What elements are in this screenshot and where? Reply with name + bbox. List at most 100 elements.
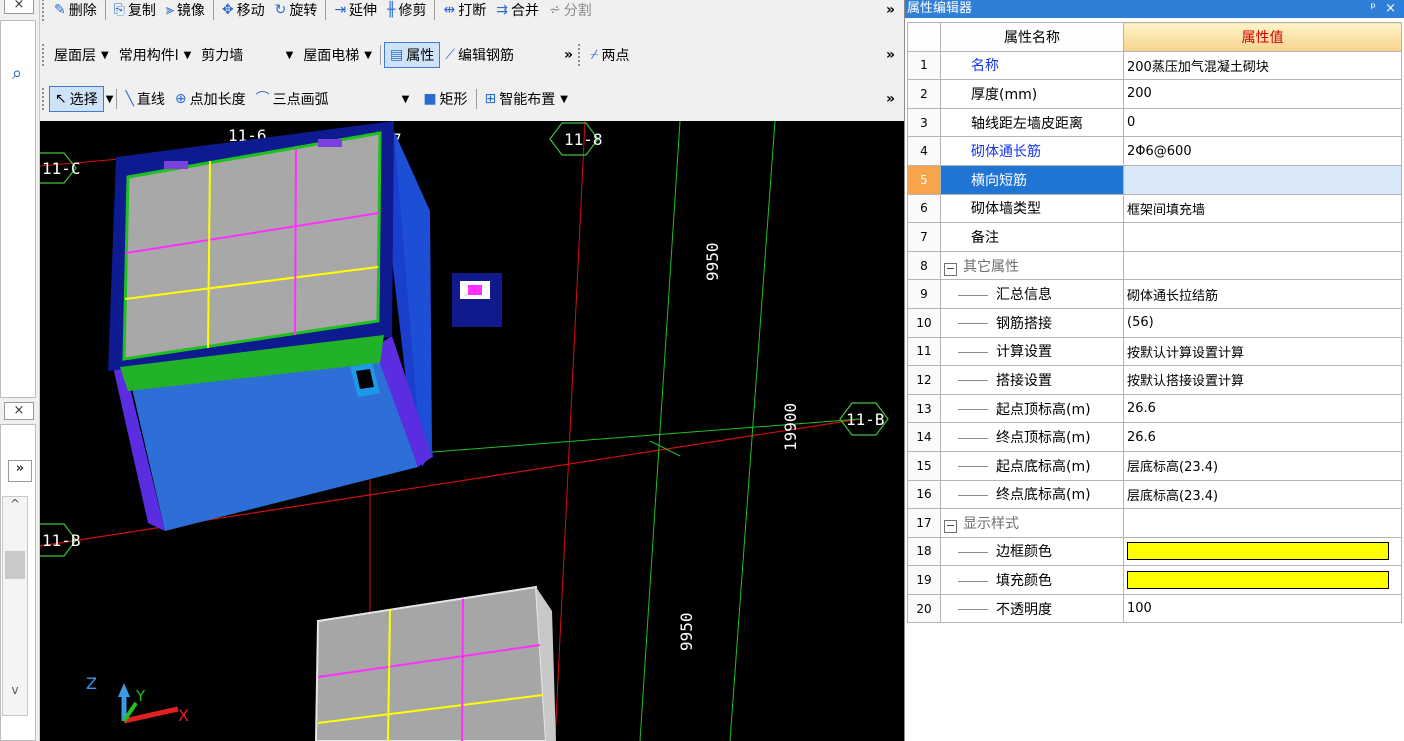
chevron-down-icon: ▼ <box>560 93 568 105</box>
toolbar-more-button[interactable]: » <box>881 2 900 18</box>
scroll-thumb[interactable] <box>5 551 25 579</box>
move-icon: ✥ <box>221 2 234 18</box>
table-row[interactable]: 15 起点底标高(m) 层底标高(23.4) <box>907 450 1402 481</box>
value-cell[interactable]: 按默认搭接设置计算 <box>1123 365 1402 395</box>
header-name[interactable]: 属性名称 <box>940 22 1124 52</box>
rectangle-icon: ■ <box>423 91 437 107</box>
rotate-button[interactable]: ↻ 旋转 <box>270 0 323 23</box>
value-cell[interactable]: 26.6 <box>1123 393 1402 424</box>
border-color-swatch[interactable] <box>1127 542 1389 561</box>
three-point-arc-button[interactable]: ⌒ 三点画弧 ▼ <box>251 86 415 112</box>
rectangle-button[interactable]: ■ 矩形 <box>418 86 472 112</box>
value-cell[interactable]: 26.6 <box>1123 422 1402 452</box>
axis-line-green-1 <box>639 121 681 741</box>
smart-layout-button[interactable]: ⊞ 智能布置 ▼ <box>480 86 573 112</box>
table-row[interactable]: 14 终点顶标高(m) 26.6 <box>907 422 1402 452</box>
axis-tick <box>649 440 681 457</box>
table-row[interactable]: 7 备注 <box>907 222 1402 252</box>
close-icon[interactable]: × <box>4 402 34 420</box>
tree-line <box>958 409 988 411</box>
mirror-button[interactable]: ⫸ 镜像 <box>161 0 210 23</box>
copy-button[interactable]: ⎘ 复制 <box>109 0 161 23</box>
close-icon[interactable]: × <box>4 0 34 14</box>
toolbar-grip[interactable] <box>42 44 46 66</box>
table-row[interactable]: 9 汇总信息 砌体通长拉结筋 <box>907 279 1402 309</box>
collapse-toggle-icon[interactable]: − <box>944 262 957 276</box>
scrollbar[interactable]: ^ v <box>2 496 28 716</box>
table-row-selected[interactable]: 5 横向短筋 <box>907 164 1402 195</box>
properties-button[interactable]: ▤ 属性 <box>384 42 441 68</box>
split-button[interactable]: ⩫ 分割 <box>544 0 597 23</box>
value-cell[interactable]: 砌体通长拉结筋 <box>1123 279 1402 309</box>
value-cell[interactable]: 200蒸压加气混凝土砌块 <box>1123 50 1402 81</box>
value-cell[interactable]: (56) <box>1123 307 1402 338</box>
move-button[interactable]: ✥ 移动 <box>217 0 270 23</box>
fill-color-swatch[interactable] <box>1127 571 1389 590</box>
value-cell[interactable]: 0 <box>1123 107 1402 138</box>
table-row[interactable]: 13 起点顶标高(m) 26.6 <box>907 393 1402 424</box>
viewport-canvas[interactable]: 11-C 11-6 7 11-8 11-B 11-B 9950 19900 99… <box>40 121 904 741</box>
toolbar-more-button[interactable]: » <box>559 47 578 63</box>
value-cell[interactable]: 2Φ6@600 <box>1123 136 1402 166</box>
chevron-down-icon[interactable]: ▼ <box>106 94 114 105</box>
component-name-select[interactable]: 剪力墙 ▼ <box>196 42 298 68</box>
search-icon[interactable]: ⌕ <box>2 65 32 92</box>
table-row[interactable]: 1 名称 200蒸压加气混凝土砌块 <box>907 50 1402 81</box>
point-length-button[interactable]: ⊕ 点加长度 <box>170 86 251 112</box>
header-value[interactable]: 属性值 <box>1123 22 1402 52</box>
component-type-select[interactable]: 常用构件l ▼ <box>114 42 197 68</box>
table-row[interactable]: 12 搭接设置 按默认搭接设置计算 <box>907 365 1402 395</box>
table-row-group[interactable]: 8 − 其它属性 <box>907 250 1402 281</box>
value-cell[interactable] <box>1123 164 1402 195</box>
extend-icon: ⇥ <box>334 2 347 18</box>
extend-button[interactable]: ⇥ 延伸 <box>329 0 382 23</box>
trim-button[interactable]: ╫ 修剪 <box>382 0 431 23</box>
floor-select[interactable]: 屋面层 ▼ <box>49 42 114 68</box>
value-cell[interactable]: 层底标高(23.4) <box>1123 479 1402 510</box>
table-row[interactable]: 11 计算设置 按默认计算设置计算 <box>907 336 1402 367</box>
scroll-up-icon[interactable]: ^ <box>3 497 27 511</box>
pin-icon[interactable]: ᵖ <box>1370 0 1376 17</box>
value-cell[interactable]: 框架间填充墙 <box>1123 193 1402 224</box>
line-button[interactable]: ╲ 直线 <box>120 86 169 112</box>
3d-viewport[interactable]: 11-C 11-6 7 11-8 11-B 11-B 9950 19900 99… <box>40 121 904 741</box>
axis-label: 11-C <box>42 159 81 178</box>
toolbar-grip[interactable] <box>42 88 46 110</box>
tree-line <box>958 580 988 582</box>
select-button[interactable]: ↖ 选择 <box>49 86 104 112</box>
value-cell[interactable]: 200 <box>1123 79 1402 109</box>
value-cell[interactable]: 100 <box>1123 593 1402 624</box>
break-button[interactable]: ⇹ 打断 <box>438 0 491 23</box>
toolbar-grip[interactable] <box>578 44 582 66</box>
toolbar-grip[interactable] <box>42 0 46 21</box>
table-row[interactable]: 6 砌体墙类型 框架间填充墙 <box>907 193 1402 224</box>
value-cell[interactable]: 层底标高(23.4) <box>1123 450 1402 481</box>
table-row[interactable]: 16 终点底标高(m) 层底标高(23.4) <box>907 479 1402 510</box>
toolbar-more-button[interactable]: » <box>881 47 900 63</box>
table-row[interactable]: 4 砌体通长筋 2Φ6@600 <box>907 136 1402 166</box>
fill-color-cell[interactable] <box>1123 565 1402 595</box>
close-icon[interactable]: × <box>1385 0 1396 17</box>
value-cell[interactable]: 按默认计算设置计算 <box>1123 336 1402 367</box>
table-row[interactable]: 19 填充颜色 <box>907 565 1402 595</box>
table-row[interactable]: 3 轴线距左墙皮距离 0 <box>907 107 1402 138</box>
merge-button[interactable]: ⇉ 合并 <box>491 0 544 23</box>
table-row-group[interactable]: 17 − 显示样式 <box>907 508 1402 538</box>
table-row[interactable]: 20 不透明度 100 <box>907 593 1402 624</box>
scroll-down-icon[interactable]: v <box>3 683 27 697</box>
table-row[interactable]: 10 钢筋搭接 (56) <box>907 307 1402 338</box>
property-table: 属性名称 属性值 1 名称 200蒸压加气混凝土砌块 2 厚度(mm) 200 … <box>907 22 1402 624</box>
delete-button[interactable]: ✎ 删除 <box>49 0 102 23</box>
line-icon: ╲ <box>125 91 134 107</box>
toolbar-more-button[interactable]: » <box>881 91 900 107</box>
table-row[interactable]: 18 边框颜色 <box>907 536 1402 567</box>
collapse-toggle-icon[interactable]: − <box>944 519 957 533</box>
property-editor-panel: 属性编辑器 ᵖ × 属性名称 属性值 1 名称 200蒸压加气混凝土砌块 2 厚… <box>904 0 1404 741</box>
edit-rebar-button[interactable]: ⟋ 编辑钢筋 <box>440 42 519 68</box>
instance-select[interactable]: 屋面电梯 ▼ <box>298 42 377 68</box>
value-cell[interactable] <box>1123 222 1402 252</box>
border-color-cell[interactable] <box>1123 536 1402 567</box>
expand-icon[interactable]: » <box>8 460 32 482</box>
two-point-button[interactable]: ⌿ 两点 <box>585 42 634 68</box>
table-row[interactable]: 2 厚度(mm) 200 <box>907 79 1402 109</box>
